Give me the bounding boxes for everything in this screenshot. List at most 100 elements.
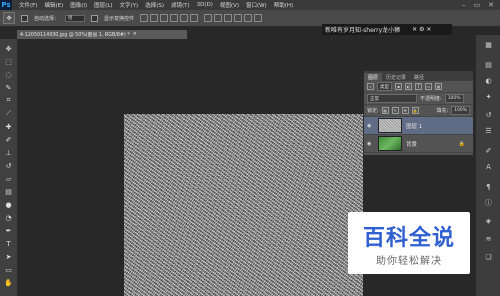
align-top-icon[interactable]	[140, 14, 149, 22]
distribute-top-icon[interactable]	[204, 14, 213, 22]
styles-panel-icon[interactable]: ✦	[483, 91, 494, 102]
filter-type-select[interactable]: 类型	[377, 82, 392, 91]
align-buttons[interactable]	[140, 14, 199, 22]
layer-name[interactable]: 背景	[406, 140, 417, 148]
menu-view[interactable]: 视图(V)	[220, 1, 239, 9]
minimize-button[interactable]: –	[462, 1, 466, 9]
distribute-hcenter-icon[interactable]	[244, 14, 253, 22]
caption-buttons[interactable]: ✕ ⚙ ✕	[412, 26, 431, 33]
menu-help[interactable]: 帮助(H)	[274, 1, 293, 9]
crop-tool-icon[interactable]: ⌗	[3, 95, 14, 106]
lock-position-icon[interactable]: ✥	[401, 107, 409, 114]
menu-layer[interactable]: 图层(L)	[94, 1, 112, 9]
channels-panel-icon[interactable]: ≋	[483, 233, 494, 244]
close-button[interactable]: ✕	[488, 1, 494, 9]
distribute-bottom-icon[interactable]	[224, 14, 233, 22]
move-tool-icon[interactable]: ✥	[3, 12, 15, 24]
document-close-icon[interactable]: ×	[133, 32, 137, 37]
layer-row-layer1[interactable]: ◉ 图层 1	[364, 117, 473, 135]
properties-panel-icon[interactable]: ☰	[483, 125, 494, 136]
menu-image[interactable]: 图像(I)	[70, 1, 87, 9]
align-hcenter-icon[interactable]	[180, 14, 189, 22]
visibility-eye-icon[interactable]: ◉	[367, 141, 374, 147]
adjustments-panel-icon[interactable]: ◐	[483, 75, 494, 86]
panel-tabs: 图层 历史记录 路径	[364, 71, 473, 81]
layer-name[interactable]: 图层 1	[406, 122, 422, 130]
type-tool-icon[interactable]: T	[3, 238, 14, 249]
lock-all-icon[interactable]: 🔒	[411, 107, 419, 114]
menu-select[interactable]: 选择(S)	[145, 1, 164, 9]
pen-tool-icon[interactable]: ✒	[3, 225, 14, 236]
shape-tool-icon[interactable]: ▭	[3, 264, 14, 275]
layer-row-background[interactable]: ◉ 背景 🔒	[364, 135, 473, 153]
quick-select-tool-icon[interactable]: ✎	[3, 82, 14, 93]
hand-tool-icon[interactable]: ✋	[3, 277, 14, 288]
tools-panel: ✥ ⬚ ◌ ✎ ⌗ ⟋ ✚ ✐ ⊥ ↺ ▱ ▤ ● ◔ ✒ T ➤ ▭ ✋	[0, 39, 18, 296]
restore-button[interactable]: ▭	[474, 1, 481, 9]
menu-3d[interactable]: 3D(D)	[197, 2, 213, 8]
fill-input[interactable]: 100%	[451, 106, 470, 115]
align-left-icon[interactable]	[170, 14, 179, 22]
clone-stamp-tool-icon[interactable]: ⊥	[3, 147, 14, 158]
blend-mode-select[interactable]: 正常	[367, 94, 417, 103]
watermark-title: 百科全说	[362, 226, 455, 251]
lock-transparency-icon[interactable]: ▦	[381, 107, 389, 114]
brush-panel-icon[interactable]: ✐	[483, 145, 494, 156]
blur-tool-icon[interactable]: ●	[3, 199, 14, 210]
visibility-eye-icon[interactable]: ◉	[367, 123, 374, 129]
brush-tool-icon[interactable]: ✐	[3, 134, 14, 145]
eyedropper-tool-icon[interactable]: ⟋	[3, 108, 14, 119]
blend-row: 正常 不透明度: 100%	[364, 93, 473, 105]
show-transform-checkbox[interactable]	[91, 14, 99, 22]
fill-label: 填充:	[436, 108, 449, 114]
align-vcenter-icon[interactable]	[150, 14, 159, 22]
dodge-tool-icon[interactable]: ◔	[3, 212, 14, 223]
filter-smart-icon[interactable]: ▦	[435, 83, 442, 90]
move-tool-icon[interactable]: ✥	[3, 43, 14, 54]
align-bottom-icon[interactable]	[160, 14, 169, 22]
menu-window[interactable]: 窗口(W)	[246, 1, 267, 9]
filter-adjust-icon[interactable]: ◐	[405, 83, 412, 90]
tab-paths[interactable]: 路径	[410, 73, 428, 81]
gradient-tool-icon[interactable]: ▤	[3, 186, 14, 197]
path-select-tool-icon[interactable]: ➤	[3, 251, 14, 262]
tab-history[interactable]: 历史记录	[382, 73, 410, 81]
marquee-tool-icon[interactable]: ⬚	[3, 56, 14, 67]
auto-select-checkbox[interactable]	[21, 14, 28, 22]
opacity-input[interactable]: 100%	[444, 94, 464, 103]
navigator-panel-icon[interactable]: ◈	[483, 215, 494, 226]
lock-label: 锁定:	[367, 108, 379, 114]
distribute-buttons[interactable]	[204, 14, 263, 22]
history-panel-icon[interactable]: ↺	[483, 109, 494, 120]
layer-comps-panel-icon[interactable]: ❏	[483, 251, 494, 262]
show-transform-label: 显示变换控件	[104, 15, 135, 22]
info-panel-icon[interactable]: ⓘ	[483, 197, 494, 208]
history-brush-tool-icon[interactable]: ↺	[3, 160, 14, 171]
filter-shape-icon[interactable]: ▭	[425, 83, 432, 90]
noise-canvas-image[interactable]	[124, 114, 363, 296]
auto-select-dropdown[interactable]: 组	[65, 14, 86, 22]
align-right-icon[interactable]	[190, 14, 199, 22]
swatches-panel-icon[interactable]: ▤	[483, 59, 494, 70]
menu-file[interactable]: 文件(F)	[19, 1, 37, 9]
caption-text: 新唯有岁月知-sherry龙小狮	[325, 27, 401, 34]
distribute-vcenter-icon[interactable]	[214, 14, 223, 22]
character-panel-icon[interactable]: A	[483, 161, 494, 172]
document-tab[interactable]: 4-12050114930.jpg @ 50%(图层 1, RGB/8#) * …	[17, 30, 187, 39]
menu-filter[interactable]: 滤镜(T)	[171, 1, 190, 9]
menu-type[interactable]: 文字(Y)	[120, 1, 139, 9]
menu-edit[interactable]: 编辑(E)	[44, 1, 63, 9]
filter-pixel-icon[interactable]: ▪	[395, 83, 402, 90]
lock-pixels-icon[interactable]: ✎	[391, 107, 399, 114]
distribute-right-icon[interactable]	[254, 14, 263, 22]
document-canvas-area[interactable]	[17, 39, 363, 296]
eraser-tool-icon[interactable]: ▱	[3, 173, 14, 184]
photoshop-logo: Ps	[0, 0, 12, 10]
lasso-tool-icon[interactable]: ◌	[3, 69, 14, 80]
distribute-left-icon[interactable]	[234, 14, 243, 22]
filter-type-icon[interactable]: T	[415, 83, 422, 90]
healing-brush-tool-icon[interactable]: ✚	[3, 121, 14, 132]
color-panel-icon[interactable]: ▦	[483, 39, 494, 50]
paragraph-panel-icon[interactable]: ¶	[483, 181, 494, 192]
tab-layers[interactable]: 图层	[364, 73, 383, 81]
